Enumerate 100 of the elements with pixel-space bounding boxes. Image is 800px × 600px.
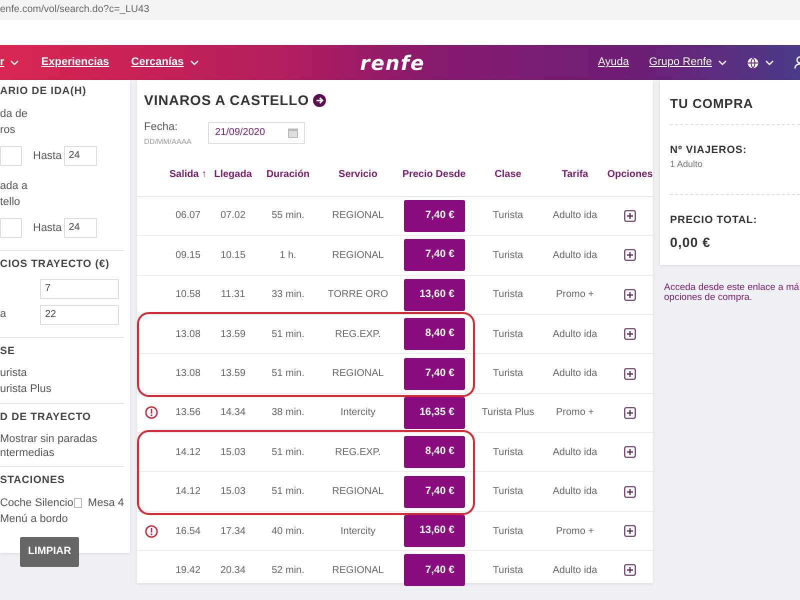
filter-label: ada a tello [0,178,29,210]
table-cell-text: 14.34 [220,406,246,420]
option-label[interactable]: urista [0,365,124,382]
hour-from-field[interactable] [0,218,22,238]
table-cell-text: 06.07 [175,209,201,224]
field-label: a [0,308,6,320]
column-header[interactable]: Opciones [607,166,653,182]
option-label[interactable]: Mostrar sin paradas ntermedias [0,432,124,460]
table-cell-text: 55 min. [272,209,304,224]
section-title: D DE TRAYECTO [0,410,92,426]
table-cell-text: Turista [492,288,524,302]
price-button[interactable]: 16,35 € [404,396,464,429]
table-cell-text: REGIONAL [332,367,384,381]
hour-to-field[interactable]: 24 [64,218,97,238]
price-button[interactable]: 8,40 € [404,436,464,468]
table-cell-text: 51 min. [272,446,304,460]
price-field[interactable]: 7 [40,278,119,298]
table-cell-text: Turista [492,524,524,539]
column-header[interactable]: Clase [494,166,522,182]
column-header[interactable]: Tarifa [562,166,588,182]
table-cell-text: 16.54 [175,524,201,539]
date-field[interactable]: 21/09/2020 [208,122,305,144]
column-header[interactable]: Llegada [214,166,252,182]
nav-link[interactable]: r [0,54,20,71]
price-button[interactable]: 13,60 € [404,278,464,311]
field-label: Nº VIAJEROS: [670,142,748,158]
table-cell-text: Intercity [340,406,376,420]
option-label[interactable]: urista Plus [0,381,124,398]
price-button[interactable]: 7,40 € [404,358,464,390]
nav-link[interactable]: Cercanías [131,54,199,71]
warning-icon[interactable] [144,406,158,420]
section-title: STACIONES [0,473,66,488]
price-button[interactable]: 7,40 € [404,200,464,232]
option-label[interactable]: Mesa 4 [88,494,124,511]
column-header[interactable]: Precio Desde [402,166,466,182]
table-cell-text: REGIONAL [332,485,384,500]
table-cell-text: 19.42 [175,564,201,578]
table-cell-text: 13.59 [220,328,246,342]
table-cell-text: REG.EXP. [335,328,381,342]
column-header[interactable]: Servicio [338,166,378,182]
add-icon[interactable] [624,486,636,498]
option-label[interactable]: Coche Silencio [0,494,74,511]
table-cell-text: 40 min. [272,524,304,539]
add-icon[interactable] [624,288,636,301]
table-cell-text: 51 min. [272,328,304,342]
add-icon[interactable] [624,446,636,458]
clear-button[interactable]: LIMPIAR [20,536,80,566]
table-cell-text: 14.12 [175,485,201,500]
add-icon[interactable] [624,210,636,222]
table-cell-text: Adulto ida [552,446,598,460]
add-icon[interactable] [624,525,636,538]
table-cell-text: 13.59 [220,367,246,381]
field-label: PRECIO TOTAL: [670,212,758,228]
add-icon[interactable] [624,249,636,262]
column-header[interactable]: Salida ↑ [169,166,207,182]
language-menu[interactable] [747,56,774,68]
table-cell-text: TORRE ORO [328,288,388,302]
nav-link[interactable]: Experiencias [41,54,110,71]
warning-icon[interactable] [144,524,158,538]
hour-to-field[interactable]: 24 [64,146,97,166]
price-button[interactable]: 7,40 € [404,476,464,508]
table-cell-text: 10.15 [220,248,246,263]
table-cell-text: Adulto ida [552,485,598,500]
price-button[interactable]: 7,40 € [404,554,464,586]
total-price: 0,00 € [670,234,712,252]
table-cell-text: REGIONAL [332,564,384,578]
add-icon[interactable] [624,328,636,340]
column-header[interactable]: Duración [266,166,310,182]
price-button[interactable]: 8,40 € [404,318,464,350]
table-cell-text: Turista [492,209,524,224]
table-cell-text: Turista [492,446,524,460]
table-cell-text: Adulto ida [552,564,598,578]
checkbox[interactable] [74,498,82,508]
more-options-link[interactable]: Acceda desde este enlace a má opciones de compra. [664,283,800,303]
nav-link[interactable]: Grupo Renfe [649,54,727,71]
price-button[interactable]: 7,40 € [404,239,464,272]
option-label[interactable]: Menú a bordo [0,510,124,527]
table-cell-text: Turista [492,328,524,342]
table-cell-text: REG.EXP. [335,446,381,460]
add-icon[interactable] [624,406,636,419]
arrow-right-icon[interactable] [313,94,326,107]
field-label: Hasta [33,148,62,164]
add-icon[interactable] [624,368,636,380]
logo[interactable]: renfe [360,48,425,78]
globe-icon [747,56,759,68]
table-cell-text: 09.15 [175,248,201,263]
field-label: Hasta [33,220,62,236]
table-cell-text: 13.08 [175,367,201,381]
calendar-icon [288,128,298,138]
price-field[interactable]: 22 [40,304,119,324]
travelers-value: 1 Adulto [670,158,704,172]
add-icon[interactable] [624,564,636,576]
table-cell-text: Turista [492,248,524,263]
table-cell-text: 1 h. [280,248,296,263]
hour-from-field[interactable] [0,146,22,166]
table-cell-text: 14.12 [175,446,201,460]
table-cell-text: REGIONAL [332,209,384,224]
price-button[interactable]: 13,60 € [404,515,464,548]
table-cell-text: 20.34 [220,564,246,578]
nav-link[interactable]: Ayuda [598,54,630,71]
